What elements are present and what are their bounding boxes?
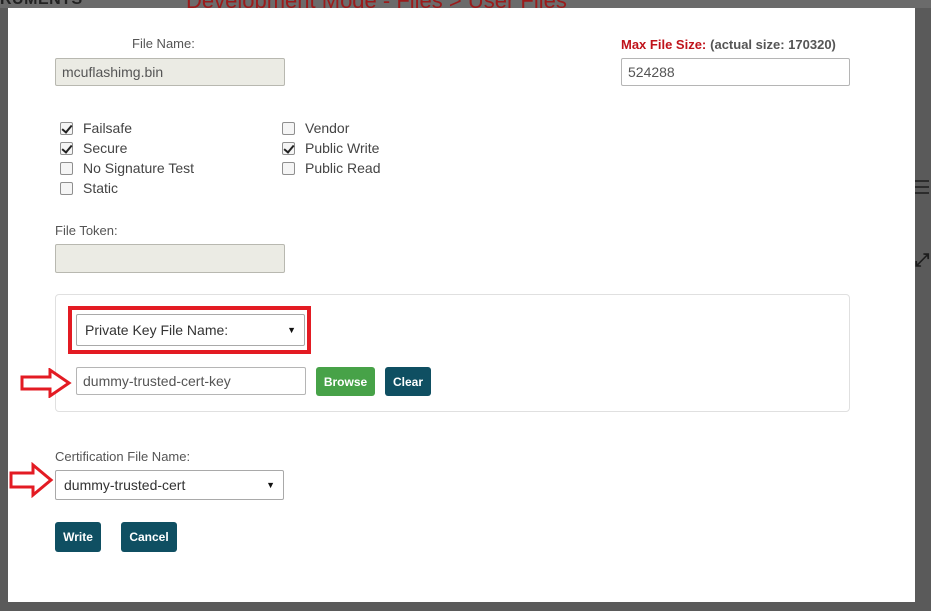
checkbox-vendor-row[interactable]: Vendor [282,118,381,138]
checkbox-public-write[interactable] [282,141,295,155]
private-key-type-select[interactable]: Private Key File Name: ▼ [76,314,305,346]
checkbox-no-signature-test-label: No Signature Test [83,160,195,176]
checkbox-group-left: Failsafe Secure No Signature Test Static [60,118,194,198]
caret-down-icon: ▼ [266,480,275,490]
checkbox-no-signature-test[interactable] [60,161,73,175]
background-page-title: Development Mode - Files > User Files [186,0,567,8]
arrow-right-icon [8,462,54,498]
checkbox-public-write-row[interactable]: Public Write [282,138,381,158]
checkbox-public-read-label: Public Read [305,160,381,176]
checkbox-static-label: Static [83,180,119,196]
max-file-size-input[interactable]: 524288 [621,58,850,86]
write-button[interactable]: Write [55,522,101,552]
certification-file-select-value: dummy-trusted-cert [64,477,186,493]
max-file-size-label: Max File Size: [621,37,707,52]
checkbox-public-write-label: Public Write [305,140,380,156]
clear-button[interactable]: Clear [385,367,431,396]
file-edit-modal: File Name: mcuflashimg.bin Max File Size… [8,8,915,602]
file-token-field[interactable] [55,244,285,273]
cancel-button[interactable]: Cancel [121,522,177,552]
checkbox-failsafe[interactable] [60,121,73,135]
checkbox-secure-label: Secure [83,140,128,156]
background-left-heading: RUMENTS [0,0,83,8]
background-page-header: RUMENTS Development Mode - Files > User … [0,0,931,8]
checkbox-failsafe-label: Failsafe [83,120,133,136]
checkbox-secure-row[interactable]: Secure [60,138,194,158]
checkbox-secure[interactable] [60,141,73,155]
background-expand-icon: ⤢ [915,250,930,270]
checkbox-public-read[interactable] [282,161,295,175]
checkbox-static[interactable] [60,181,73,195]
checkbox-group-right: Vendor Public Write Public Read [282,118,381,178]
private-key-type-select-value: Private Key File Name: [85,322,229,338]
background-side-marks [915,180,931,198]
checkbox-vendor-label: Vendor [305,120,350,136]
checkbox-no-signature-test-row[interactable]: No Signature Test [60,158,194,178]
file-name-label: File Name: [132,36,195,51]
arrow-right-icon [20,368,72,398]
file-name-field[interactable]: mcuflashimg.bin [55,58,285,86]
checkbox-static-row[interactable]: Static [60,178,194,198]
private-key-file-input[interactable]: dummy-trusted-cert-key [76,367,306,395]
file-token-label: File Token: [55,223,118,238]
caret-down-icon: ▼ [287,325,296,335]
actual-size-text: (actual size: 170320) [710,37,836,52]
browse-button[interactable]: Browse [316,367,375,396]
checkbox-failsafe-row[interactable]: Failsafe [60,118,194,138]
max-file-size-label-group: Max File Size: (actual size: 170320) [621,36,836,52]
certification-file-select[interactable]: dummy-trusted-cert ▼ [55,470,284,500]
certification-file-name-label: Certification File Name: [55,449,191,464]
checkbox-vendor[interactable] [282,121,295,135]
checkbox-public-read-row[interactable]: Public Read [282,158,381,178]
